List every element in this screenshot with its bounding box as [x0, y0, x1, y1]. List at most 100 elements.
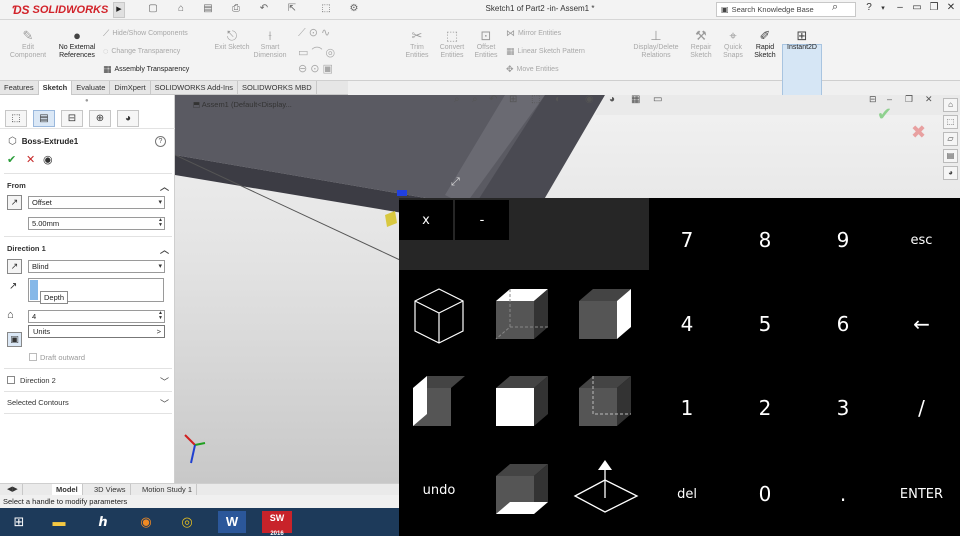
exit-sketch-button[interactable]: ⎋ Exit Sketch: [214, 28, 250, 52]
solidworks-logo[interactable]: ƊS SOLIDWORKS: [12, 2, 108, 18]
from-section-header[interactable]: From ︿: [7, 181, 169, 193]
key-3[interactable]: 3: [805, 368, 881, 448]
view-palette-icon[interactable]: ▤: [943, 149, 958, 163]
rectangle-icon[interactable]: ▭ ⌒ ◎: [298, 44, 335, 60]
appearances-pane-icon[interactable]: ◕: [943, 166, 958, 180]
zoom-area-icon[interactable]: ⌕: [472, 95, 478, 105]
print-icon[interactable]: ⎙: [228, 3, 244, 14]
key-4[interactable]: 4: [649, 284, 725, 364]
display-style-icon[interactable]: ◐: [555, 95, 561, 105]
key-2[interactable]: 2: [727, 368, 803, 448]
dimxpert-manager-icon[interactable]: ⊕: [89, 110, 111, 127]
direction2-checkbox[interactable]: [7, 376, 15, 384]
from-direction-icon[interactable]: ↗: [7, 195, 22, 210]
feature-manager-icon[interactable]: ⬚: [5, 110, 27, 127]
end-condition-select[interactable]: Blind ▾: [28, 260, 165, 273]
ok-check-icon[interactable]: ✔: [7, 153, 16, 166]
trim-entities-button[interactable]: ✂ Trim Entities: [400, 28, 434, 60]
configuration-manager-icon[interactable]: ⊟: [61, 110, 83, 127]
no-external-references-button[interactable]: ● No External References: [55, 28, 99, 60]
section-view-icon[interactable]: ⊞: [509, 95, 517, 105]
hide-show-components-button[interactable]: ⟋ Hide/Show Components: [103, 28, 188, 39]
direction1-section-header[interactable]: Direction 1 ︿: [7, 244, 169, 256]
spinner-icon[interactable]: ▲ ▼: [158, 218, 163, 228]
from-condition-select[interactable]: Offset ▾: [28, 196, 165, 209]
tab-sketch[interactable]: Sketch: [38, 81, 73, 95]
help-button[interactable]: ?: [862, 2, 876, 13]
view-right-button[interactable]: [565, 271, 645, 356]
key-8[interactable]: 8: [727, 200, 803, 280]
decimal-key[interactable]: .: [805, 452, 881, 536]
key-1[interactable]: 1: [649, 368, 725, 448]
open-icon[interactable]: ⌂: [173, 3, 189, 14]
view-top-button[interactable]: [482, 271, 562, 356]
view-front-button[interactable]: [482, 358, 562, 443]
delete-key[interactable]: del: [649, 452, 725, 536]
cancel-x-icon[interactable]: ✕: [26, 153, 35, 166]
draft-outward-checkbox[interactable]: [29, 353, 37, 361]
preview-eye-icon[interactable]: ◉: [43, 153, 53, 166]
key-5[interactable]: 5: [727, 284, 803, 364]
restore-button[interactable]: ▭: [910, 2, 924, 13]
move-entities-button[interactable]: ✥ Move Entities: [506, 64, 559, 75]
tab-3d-views[interactable]: 3D Views: [90, 484, 131, 495]
offset-distance-input[interactable]: 5.00mm ▲ ▼: [28, 217, 165, 230]
previous-view-icon[interactable]: ↶: [489, 95, 497, 105]
enter-key[interactable]: ENTER: [883, 452, 960, 536]
offset-entities-button[interactable]: ⊡ Offset Entities: [470, 28, 502, 60]
assembly-transparency-button[interactable]: ▦ Assembly Transparency: [103, 64, 189, 75]
home-icon[interactable]: ⌂: [943, 98, 958, 112]
normal-to-button[interactable]: [565, 446, 645, 534]
mirror-entities-button[interactable]: ⋈ Mirror Entities: [506, 28, 561, 39]
help-icon[interactable]: ?: [155, 136, 166, 147]
keypad-close-button[interactable]: x: [399, 200, 453, 240]
convert-entities-button[interactable]: ⬚ Convert Entities: [434, 28, 470, 60]
scene-icon[interactable]: ▦: [631, 95, 640, 105]
draft-toggle-icon[interactable]: ▣: [7, 332, 22, 347]
direction2-section-header[interactable]: Direction 2 ﹀: [20, 376, 169, 388]
tab-model[interactable]: Model: [52, 484, 83, 495]
zoom-to-fit-icon[interactable]: ⌕: [454, 95, 460, 105]
slash-key[interactable]: /: [883, 368, 960, 448]
view-back-button[interactable]: [565, 358, 645, 443]
tab-solidworks-mbd[interactable]: SOLIDWORKS MBD: [238, 81, 317, 95]
reverse-direction-icon[interactable]: ↗: [7, 259, 22, 274]
rebuild-icon[interactable]: ⬚: [318, 3, 334, 14]
tab-solidworks-add-ins[interactable]: SOLIDWORKS Add-Ins: [151, 81, 239, 95]
view-bottom-button[interactable]: [482, 446, 562, 534]
display-delete-relations-button[interactable]: ⊥ Display/Delete Relations: [628, 28, 684, 60]
quick-snaps-button[interactable]: ⌖ Quick Snaps: [718, 28, 748, 60]
restore-down-icon[interactable]: ❐: [927, 2, 941, 13]
view-settings-icon[interactable]: ▭: [653, 95, 662, 105]
edit-component-button[interactable]: ✎ Edit Component: [6, 28, 50, 60]
key-7[interactable]: 7: [649, 200, 725, 280]
select-icon[interactable]: ⇱: [284, 3, 300, 14]
options-gear-icon[interactable]: ⚙: [346, 3, 362, 14]
file-explorer-pane-icon[interactable]: ▱: [943, 132, 958, 146]
depth-input[interactable]: 4 ▲ ▼: [28, 310, 165, 323]
slot-icon[interactable]: ⊖ ⊙ ▣: [298, 62, 333, 75]
word-icon[interactable]: W: [218, 511, 246, 533]
key-0[interactable]: 0: [727, 452, 803, 536]
search-icon[interactable]: ⌕: [832, 1, 838, 14]
view-isometric-button[interactable]: [399, 271, 479, 356]
rapid-sketch-button[interactable]: ✐ Rapid Sketch: [748, 28, 782, 60]
spinner-icon[interactable]: ▲ ▼: [158, 311, 163, 321]
menu-expand-button[interactable]: ▶: [113, 2, 125, 18]
repair-sketch-button[interactable]: ⚒ Repair Sketch: [686, 28, 716, 60]
view-left-button[interactable]: [399, 358, 479, 443]
units-hint[interactable]: Units >: [28, 325, 165, 338]
escape-key[interactable]: esc: [883, 200, 960, 280]
tab-dimxpert[interactable]: DimXpert: [110, 81, 151, 95]
confirm-corner-cancel-icon[interactable]: ✖: [911, 122, 926, 143]
design-library-icon[interactable]: ⬚: [943, 115, 958, 129]
linear-sketch-pattern-button[interactable]: ▦ Linear Sketch Pattern: [506, 46, 585, 57]
tab-evaluate[interactable]: Evaluate: [72, 81, 111, 95]
hide-show-items-icon[interactable]: ◉: [585, 95, 594, 105]
undo-icon[interactable]: ↶: [256, 3, 272, 14]
viewport-maximize-icon[interactable]: ❐: [905, 95, 913, 105]
display-manager-icon[interactable]: ◕: [117, 110, 139, 127]
hp-icon[interactable]: ℎ: [89, 511, 117, 533]
save-icon[interactable]: ▤: [200, 3, 216, 14]
chrome-icon[interactable]: ◎: [173, 511, 201, 533]
